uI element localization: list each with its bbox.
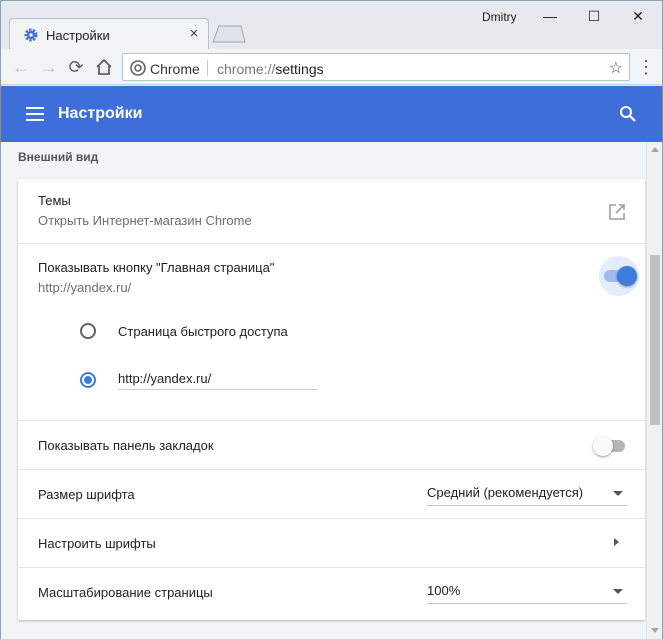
home-url-input[interactable] (118, 368, 318, 390)
customize-fonts-label: Настроить шрифты (38, 536, 156, 551)
reload-button[interactable]: ⟳ (66, 57, 86, 77)
browser-toolbar: ← → ⟳ Chrome chrome://settings ☆ ⋮ (1, 49, 662, 85)
tab-title: Настройки (46, 28, 110, 43)
title-bar: Настройки × Dmitry — ☐ ✕ (1, 1, 662, 49)
bookmarks-bar-label: Показывать панель закладок (38, 438, 214, 453)
appearance-card: Темы Открыть Интернет-магазин Chrome Пок… (18, 179, 645, 620)
section-title: Внешний вид (18, 150, 99, 164)
home-icon[interactable] (94, 57, 114, 77)
back-button[interactable]: ← (11, 57, 31, 77)
minimize-button[interactable]: — (535, 5, 565, 27)
browser-menu-button[interactable]: ⋮ (637, 57, 655, 77)
radio-new-tab-page[interactable] (80, 323, 96, 339)
toggle-knob (593, 436, 613, 456)
bookmark-star-icon[interactable]: ☆ (609, 58, 623, 78)
home-button-label: Показывать кнопку "Главная страница" (38, 260, 275, 275)
themes-row[interactable]: Темы Открыть Интернет-магазин Chrome (18, 179, 645, 243)
font-size-label: Размер шрифта (38, 487, 135, 502)
radio-custom-url[interactable] (80, 372, 96, 388)
settings-header: Настройки (1, 86, 662, 142)
chrome-icon (130, 60, 146, 76)
page-zoom-value: 100% (427, 583, 461, 598)
dropdown-arrow-icon (613, 491, 623, 496)
themes-sublabel: Открыть Интернет-магазин Chrome (38, 213, 252, 228)
maximize-button[interactable]: ☐ (579, 5, 609, 27)
scrollbar[interactable] (646, 142, 662, 639)
home-button-row: Показывать кнопку "Главная страница" htt… (18, 243, 645, 420)
open-in-new-icon[interactable] (608, 203, 626, 221)
close-window-button[interactable]: ✕ (623, 5, 653, 27)
hamburger-menu-icon[interactable] (26, 107, 44, 121)
font-size-value: Средний (рекомендуется) (427, 485, 584, 500)
page-title: Настройки (58, 105, 143, 122)
chevron-right-icon (614, 538, 619, 546)
forward-button[interactable]: → (39, 57, 59, 77)
customize-fonts-row[interactable]: Настроить шрифты (18, 518, 645, 567)
profile-name[interactable]: Dmitry (482, 10, 517, 24)
new-tab-button[interactable] (211, 25, 247, 43)
browser-window: Настройки × Dmitry — ☐ ✕ ← → ⟳ Chrome ch… (0, 0, 663, 639)
url-scheme: chrome:// (217, 61, 276, 77)
font-size-row: Размер шрифта Средний (рекомендуется) (18, 469, 645, 518)
page-zoom-select[interactable]: 100% (427, 580, 627, 604)
dropdown-arrow-icon (613, 589, 623, 594)
address-bar[interactable]: Chrome chrome://settings ☆ (122, 53, 630, 81)
font-size-select[interactable]: Средний (рекомендуется) (427, 482, 627, 506)
themes-label: Темы (38, 193, 71, 208)
scroll-up-arrow-icon[interactable] (651, 147, 659, 152)
bookmarks-bar-row: Показывать панель закладок (18, 420, 645, 469)
scrollbar-thumb[interactable] (650, 255, 660, 425)
home-button-sublabel: http://yandex.ru/ (38, 280, 132, 295)
tab-settings[interactable]: Настройки × (9, 18, 209, 49)
home-button-toggle[interactable] (604, 266, 637, 286)
page-zoom-label: Масштабирование страницы (38, 585, 213, 600)
url-path: settings (275, 61, 324, 77)
bookmarks-bar-toggle[interactable] (593, 436, 625, 456)
url-text[interactable]: chrome://settings (217, 61, 324, 77)
tab-close-icon[interactable]: × (185, 25, 203, 43)
search-icon[interactable] (619, 105, 637, 123)
security-chip-label: Chrome (150, 61, 200, 77)
chip-divider (207, 60, 208, 76)
page-zoom-row: Масштабирование страницы 100% (18, 567, 645, 620)
toggle-knob (617, 266, 637, 286)
scroll-down-arrow-icon[interactable] (651, 628, 659, 633)
radio-new-tab-page-label: Страница быстрого доступа (118, 324, 288, 339)
settings-content: Внешний вид Темы Открыть Интернет-магази… (1, 142, 662, 639)
gear-icon (24, 28, 38, 42)
